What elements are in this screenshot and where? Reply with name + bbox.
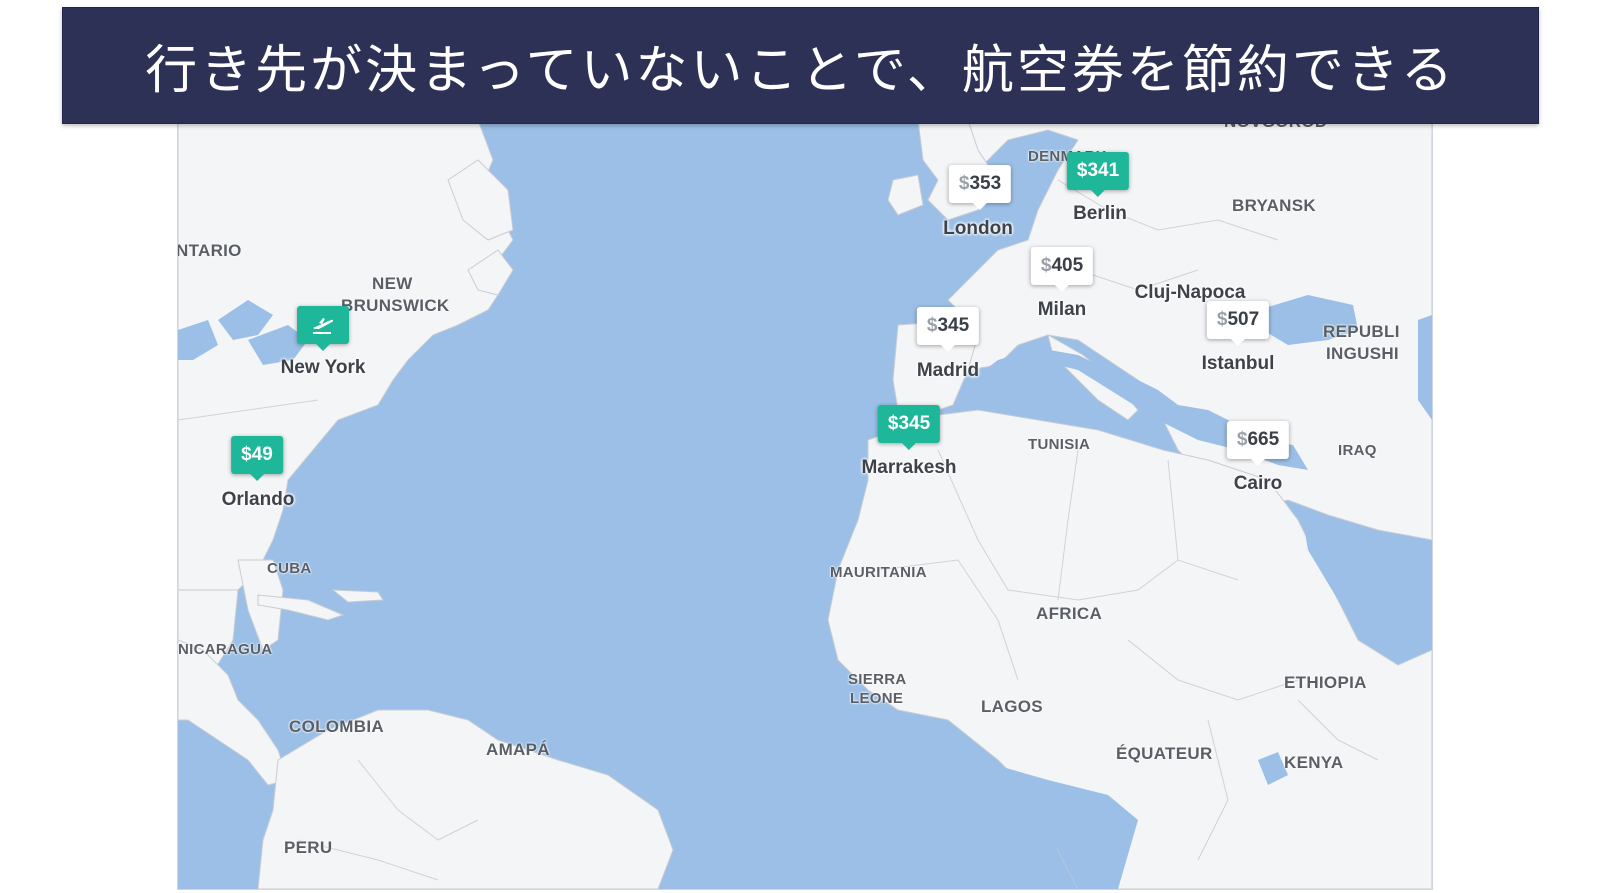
region-label-ethiopia: ETHIOPIA <box>1284 673 1367 692</box>
region-label-republic: REPUBLI <box>1323 322 1400 341</box>
city-label-madrid: Madrid <box>916 360 980 381</box>
city-label-cairo: Cairo <box>1233 473 1283 494</box>
price-value: 665 <box>1247 429 1280 450</box>
price-pin-orlando[interactable]: $49 <box>231 436 283 481</box>
region-label-iraq: IRAQ <box>1338 442 1377 459</box>
city-label-london: London <box>943 218 1013 239</box>
city-label-marrakesh: Marrakesh <box>861 457 957 478</box>
page-title: 行き先が決まっていないことで、航空券を節約できる <box>145 41 1456 101</box>
city-label-berlin: Berlin <box>1073 203 1127 224</box>
price-pin-istanbul[interactable]: $507 <box>1206 301 1270 346</box>
price-pin-cairo[interactable]: $665 <box>1226 421 1290 466</box>
price-value: 353 <box>969 173 1002 194</box>
price-pin-marrakesh[interactable]: $345 <box>877 405 941 450</box>
price-value: 507 <box>1227 309 1260 330</box>
price-value: 341 <box>1087 160 1120 181</box>
price-value: 345 <box>937 315 970 336</box>
region-label-colombia: COLOMBIA <box>289 717 384 736</box>
map-base <box>178 120 1432 889</box>
currency-symbol: $ <box>1040 255 1052 276</box>
region-label-peru: PERU <box>284 838 333 857</box>
region-label-lagos: LAGOS <box>981 697 1043 716</box>
region-label-nicaragua: NICARAGUA <box>178 641 273 658</box>
city-label-orlando: Orlando <box>221 489 295 510</box>
price-pin-berlin[interactable]: $341 <box>1066 152 1130 197</box>
region-label-equateur: ÉQUATEUR <box>1116 744 1213 763</box>
price-value: 49 <box>251 444 273 465</box>
city-label-new-york: New York <box>280 357 366 378</box>
region-label-tunisia: TUNISIA <box>1028 436 1091 453</box>
region-label-africa: AFRICA <box>1036 604 1103 623</box>
currency-symbol: $ <box>1076 160 1088 181</box>
plane-departure-icon <box>313 318 334 334</box>
city-label-milan: Milan <box>1037 299 1087 320</box>
region-label-sierra-leone: SIERRA <box>848 671 907 688</box>
price-value: 405 <box>1051 255 1084 276</box>
price-pin-madrid[interactable]: $345 <box>916 307 980 352</box>
region-label-ingushetia: INGUSHI <box>1326 344 1399 363</box>
price-pin-milan[interactable]: $405 <box>1030 247 1094 292</box>
origin-pin-new-york[interactable] <box>297 306 349 351</box>
region-label-bryansk: BRYANSK <box>1232 196 1316 215</box>
currency-symbol: $ <box>926 315 938 336</box>
region-label-ontario: NTARIO <box>177 241 242 260</box>
city-label-istanbul: Istanbul <box>1201 353 1275 374</box>
region-label-sierra-leone-2: LEONE <box>850 690 904 707</box>
region-label-amapa: AMAPÁ <box>486 740 550 759</box>
currency-symbol: $ <box>241 444 252 465</box>
currency-symbol: $ <box>887 413 899 434</box>
region-label-mauritania: MAURITANIA <box>830 564 927 581</box>
flight-price-map[interactable]: NTARIO NEW BRUNSWICK CUBA NICARAGUA COLO… <box>177 120 1433 890</box>
region-label-cuba: CUBA <box>267 560 312 577</box>
region-label-new-brunswick-2: BRUNSWICK <box>341 296 450 315</box>
price-pin-london[interactable]: $353 <box>948 165 1012 210</box>
currency-symbol: $ <box>1236 429 1248 450</box>
currency-symbol: $ <box>958 173 970 194</box>
region-label-kenya: KENYA <box>1284 753 1344 772</box>
currency-symbol: $ <box>1216 309 1228 330</box>
page-title-banner: 行き先が決まっていないことで、航空券を節約できる <box>62 7 1539 124</box>
price-value: 345 <box>898 413 931 434</box>
region-label-new-brunswick: NEW <box>372 274 413 293</box>
